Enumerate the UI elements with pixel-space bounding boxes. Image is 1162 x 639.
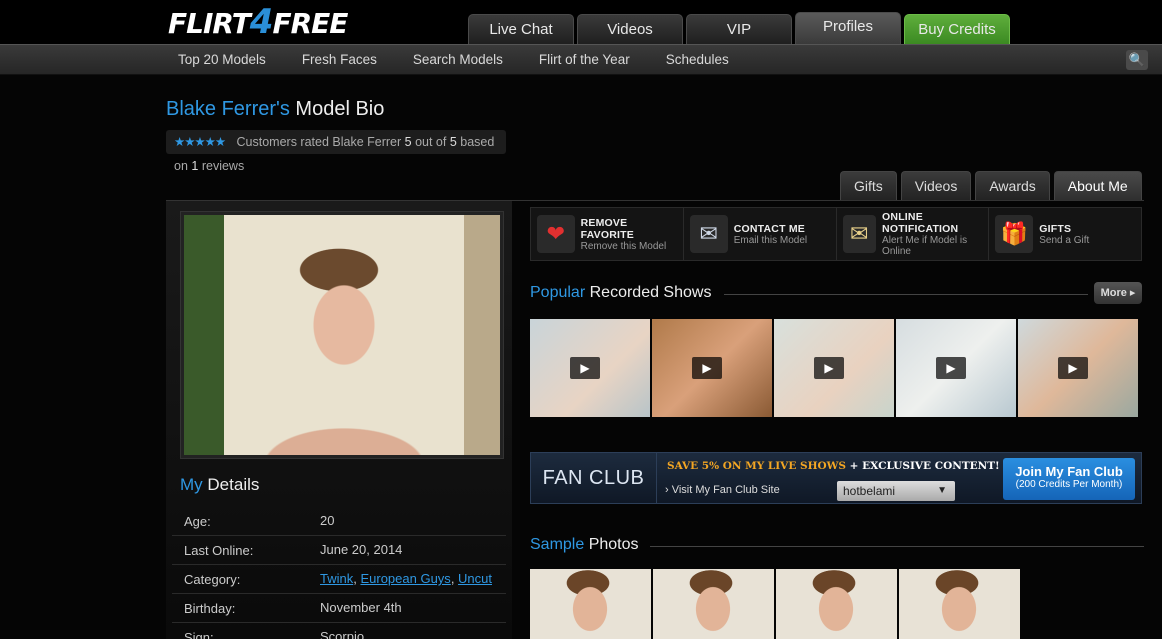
buy-credits-button[interactable]: Buy Credits <box>904 14 1010 44</box>
profile-photo-frame <box>180 211 504 459</box>
fan-club-promo: SAVE 5% ON MY LIVE SHOWS + EXCLUSIVE CON… <box>667 460 1000 472</box>
detail-row-last-online: Last Online: June 20, 2014 <box>172 536 506 565</box>
play-icon: ▶ <box>570 357 600 379</box>
detail-label: Age: <box>184 513 211 529</box>
profile-tabs: Gifts Videos Awards About Me <box>840 171 1142 201</box>
notification-icon: ✉ <box>842 215 877 253</box>
recorded-shows-list: ▶ ▶ ▶ ▶ ▶ <box>530 319 1138 417</box>
detail-value: Twink, European Guys, Uncut <box>320 571 493 586</box>
title-suffix: Model Bio <box>295 98 385 120</box>
heart-icon: ❤ <box>537 215 575 253</box>
play-icon: ▶ <box>814 357 844 379</box>
site-header: FLIRT4FREE Live Chat Videos VIP Profiles… <box>0 0 1162 44</box>
subnav-flirt-of-the-year[interactable]: Flirt of the Year <box>539 45 630 75</box>
join-fan-club-button[interactable]: Join My Fan Club (200 Credits Per Month) <box>1003 458 1135 500</box>
main-nav-tabs: Live Chat Videos VIP Profiles Buy Credit… <box>468 12 1010 46</box>
detail-value: Scorpio <box>320 629 365 639</box>
sample-photos-title: Sample Photos <box>530 536 639 553</box>
gift-icon: 🎁 <box>995 215 1034 253</box>
sample-photo-thumb[interactable] <box>653 569 774 639</box>
detail-label: Last Online: <box>184 542 254 558</box>
divider <box>724 294 1088 295</box>
chevron-down-icon: ▼ <box>937 485 947 496</box>
search-icon[interactable]: 🔍 <box>1126 50 1148 70</box>
details-title: My Details <box>180 475 260 494</box>
recorded-show-thumb[interactable]: ▶ <box>896 319 1016 417</box>
detail-row-sign: Sign: Scorpio <box>172 623 506 639</box>
rating-max: 5 <box>449 135 457 149</box>
category-link-european-guys[interactable]: European Guys <box>360 571 450 586</box>
play-icon: ▶ <box>936 357 966 379</box>
logo-text-end: FREE <box>272 7 348 40</box>
sample-photo-thumb[interactable] <box>776 569 897 639</box>
details-table: Age: 20 Last Online: June 20, 2014 Categ… <box>172 507 506 639</box>
online-notification-button[interactable]: ✉ ONLINE NOTIFICATION Alert Me if Model i… <box>837 208 990 260</box>
detail-label: Category: <box>184 571 241 587</box>
recorded-shows-title: Popular Recorded Shows <box>530 284 712 301</box>
envelope-icon: ✉ <box>689 215 728 253</box>
remove-favorite-button[interactable]: ❤ REMOVE FAVORITE Remove this Model <box>531 208 684 260</box>
tab-gifts[interactable]: Gifts <box>840 171 897 201</box>
sample-photo-thumb[interactable] <box>530 569 651 639</box>
detail-label: Sign: <box>184 629 214 639</box>
tab-videos[interactable]: Videos <box>577 14 683 44</box>
tab-profiles[interactable]: Profiles <box>795 12 901 44</box>
detail-value: November 4th <box>320 600 402 615</box>
play-icon: ▶ <box>1058 357 1088 379</box>
detail-row-category: Category: Twink, European Guys, Uncut <box>172 565 506 594</box>
subnav-top-20-models[interactable]: Top 20 Models <box>178 45 266 75</box>
tab-live-chat[interactable]: Live Chat <box>468 14 574 44</box>
left-column: My Details Age: 20 Last Online: June 20,… <box>166 201 512 639</box>
star-rating-icon: ★★★★★ <box>174 135 226 149</box>
page-title: Blake Ferrer's Model Bio <box>166 98 384 121</box>
site-logo[interactable]: FLIRT4FREE <box>168 2 348 42</box>
fan-club-label: FAN CLUB <box>531 453 657 503</box>
category-link-uncut[interactable]: Uncut <box>458 571 492 586</box>
more-button[interactable]: More ▸ <box>1094 282 1142 304</box>
subnav-search-models[interactable]: Search Models <box>413 45 503 75</box>
gifts-button[interactable]: 🎁 GIFTS Send a Gift <box>989 208 1141 260</box>
logo-four: 4 <box>249 2 274 42</box>
recorded-show-thumb[interactable]: ▶ <box>530 319 650 417</box>
model-name: Blake Ferrer's <box>166 98 290 120</box>
fan-club-banner: FAN CLUB SAVE 5% ON MY LIVE SHOWS + EXCL… <box>530 452 1142 504</box>
tab-profile-videos[interactable]: Videos <box>900 171 972 201</box>
fan-club-site-link[interactable]: › Visit My Fan Club Site <box>665 484 780 496</box>
logo-text: FLIRT <box>168 7 251 40</box>
sample-photos-list <box>530 569 1020 639</box>
detail-label: Birthday: <box>184 600 236 616</box>
rating-value: 5 <box>404 135 412 149</box>
subnav-fresh-faces[interactable]: Fresh Faces <box>302 45 377 75</box>
detail-row-age: Age: 20 <box>172 507 506 536</box>
detail-value: June 20, 2014 <box>320 542 403 557</box>
divider <box>650 546 1144 547</box>
detail-value: 20 <box>320 513 335 528</box>
tab-vip[interactable]: VIP <box>686 14 792 44</box>
fan-club-select[interactable]: hotbelami ▼ <box>837 481 955 501</box>
model-actions-bar: ❤ REMOVE FAVORITE Remove this Model ✉ CON… <box>530 207 1142 261</box>
contact-me-button[interactable]: ✉ CONTACT ME Email this Model <box>684 208 837 260</box>
detail-row-birthday: Birthday: November 4th <box>172 594 506 623</box>
rating-bar: ★★★★★ Customers rated Blake Ferrer 5 out… <box>166 130 506 173</box>
sub-navigation: Top 20 Models Fresh Faces Search Models … <box>0 44 1162 75</box>
review-count: 1 <box>191 159 199 173</box>
recorded-show-thumb[interactable]: ▶ <box>652 319 772 417</box>
play-icon: ▶ <box>692 357 722 379</box>
tab-awards[interactable]: Awards <box>975 171 1050 201</box>
tab-about-me[interactable]: About Me <box>1053 171 1142 201</box>
recorded-show-thumb[interactable]: ▶ <box>1018 319 1138 417</box>
category-link-twink[interactable]: Twink <box>320 571 353 586</box>
recorded-show-thumb[interactable]: ▶ <box>774 319 894 417</box>
subnav-schedules[interactable]: Schedules <box>666 45 729 75</box>
sample-photo-thumb[interactable] <box>899 569 1020 639</box>
profile-photo[interactable] <box>184 215 500 455</box>
